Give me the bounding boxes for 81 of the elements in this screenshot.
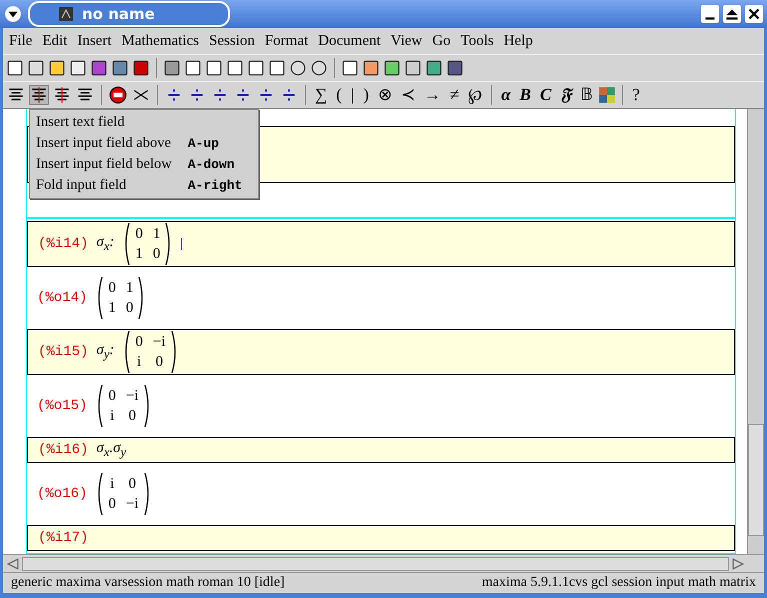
matrix-entry: 0: [108, 279, 116, 298]
window-title: no name: [82, 5, 155, 23]
matrix-entry: 0: [127, 475, 137, 494]
menu-option[interactable]: Fold input field A-right: [30, 175, 258, 196]
symbol-button[interactable]: ): [360, 85, 372, 105]
matrix-entry: 0: [135, 333, 143, 352]
matrix-entry: i: [109, 407, 116, 426]
align-button[interactable]: [29, 85, 49, 105]
status-text: generic maxima varsession math roman 10 [idle]: [11, 575, 285, 591]
menu-item[interactable]: Session: [208, 32, 255, 50]
symbol-button[interactable]: α: [498, 85, 514, 105]
matrix-entry: 0: [135, 225, 143, 244]
input-field[interactable]: (%i17): [27, 525, 735, 551]
matrix-entry: 0: [154, 353, 164, 372]
menu-item[interactable]: Format: [264, 32, 308, 50]
menu-item[interactable]: Mathematics: [122, 32, 199, 50]
menu-item[interactable]: Tools: [460, 32, 494, 50]
symbol-button[interactable]: ?: [629, 85, 643, 105]
menu-item[interactable]: Document: [318, 32, 381, 50]
matrix-entry: −i: [126, 495, 139, 514]
scroll-left-icon[interactable]: [7, 558, 19, 570]
prompt-label: (%i17): [38, 530, 88, 546]
input-field[interactable]: (%i16) σ$_{x}$.σ$_{y}$: [27, 437, 735, 463]
symbol-button[interactable]: ∑: [312, 85, 330, 105]
symbol-button[interactable]: B: [516, 85, 534, 105]
math-expression: σ$_{y}$:: [96, 342, 114, 362]
maximize-icon[interactable]: [723, 5, 741, 23]
menu-item[interactable]: View: [390, 32, 422, 50]
close-icon[interactable]: [745, 5, 763, 23]
prompt-label: (%i16): [38, 442, 88, 458]
prompt-label: (%o14): [37, 290, 88, 306]
matrix-entry: i: [109, 475, 116, 494]
prompt-label: (%o16): [37, 486, 88, 502]
scroll-right-icon[interactable]: [732, 558, 744, 570]
prompt-label: (%i14): [38, 236, 88, 252]
matrix-entry: 0: [126, 299, 134, 318]
align-cross-icon[interactable]: [53, 86, 71, 104]
color-palette-icon[interactable]: [598, 86, 616, 104]
matrix-entry: i: [136, 353, 142, 372]
matrix-entry: 1: [152, 225, 160, 244]
matrix-entry: −i: [152, 333, 166, 352]
input-field[interactable]: (%i15) σ$_{y}$: 0 −i i 0: [27, 329, 735, 375]
symbol-button[interactable]: 𝔹: [577, 85, 596, 105]
matrix-entry: −i: [126, 387, 139, 406]
symbol-button[interactable]: C: [536, 85, 554, 105]
math-expression: σ$_{x}$.σ$_{y}$: [96, 440, 126, 460]
symbol-button[interactable]: |: [348, 85, 358, 105]
horizontal-scrollbar[interactable]: [3, 554, 764, 572]
text-cursor: [181, 238, 184, 250]
matrix-entry: 0: [152, 245, 160, 264]
prompt-label: (%o15): [37, 398, 88, 414]
matrix-entry: 0: [108, 387, 116, 406]
menu-item[interactable]: Insert: [77, 32, 112, 50]
menu-item[interactable]: Help: [504, 32, 533, 50]
vertical-scrollbar[interactable]: [747, 109, 764, 554]
symbol-button[interactable]: →: [420, 85, 444, 105]
menu-option[interactable]: Insert text field: [30, 112, 258, 133]
window-menu-icon[interactable]: [4, 5, 22, 23]
input-field[interactable]: (%i14) σ$_{x}$: 0 1 1 0: [27, 221, 735, 267]
menu-item[interactable]: Edit: [42, 32, 68, 50]
symbol-button[interactable]: 𝔉: [557, 85, 574, 105]
matrix-entry: 1: [135, 245, 143, 264]
matrix-entry: 1: [108, 299, 116, 318]
symbol-button[interactable]: ⊗: [374, 85, 395, 105]
math-expression: σ$_{x}$:: [96, 234, 114, 254]
status-text: maxima 5.9.1.1cvs gcl session input math matrix: [482, 575, 756, 591]
symbol-button[interactable]: ℘: [465, 85, 486, 105]
prompt-label: (%i15): [38, 344, 88, 360]
menu-item[interactable]: Go: [432, 32, 451, 50]
symbol-button[interactable]: ≠: [446, 85, 462, 105]
app-icon: [58, 6, 74, 22]
matrix-entry: 1: [126, 279, 134, 298]
menu-item[interactable]: File: [9, 32, 32, 50]
matrix-entry: 0: [127, 407, 137, 426]
matrix-entry: 0: [108, 495, 116, 514]
menu-option[interactable]: Insert input field below A-down: [30, 154, 258, 175]
stop-sign-icon[interactable]: [109, 86, 127, 104]
minimize-icon[interactable]: [701, 5, 719, 23]
menu-option[interactable]: Insert input field above A-up: [30, 133, 258, 154]
symbol-button[interactable]: (: [333, 85, 345, 105]
symbol-button[interactable]: ≺: [398, 85, 418, 105]
